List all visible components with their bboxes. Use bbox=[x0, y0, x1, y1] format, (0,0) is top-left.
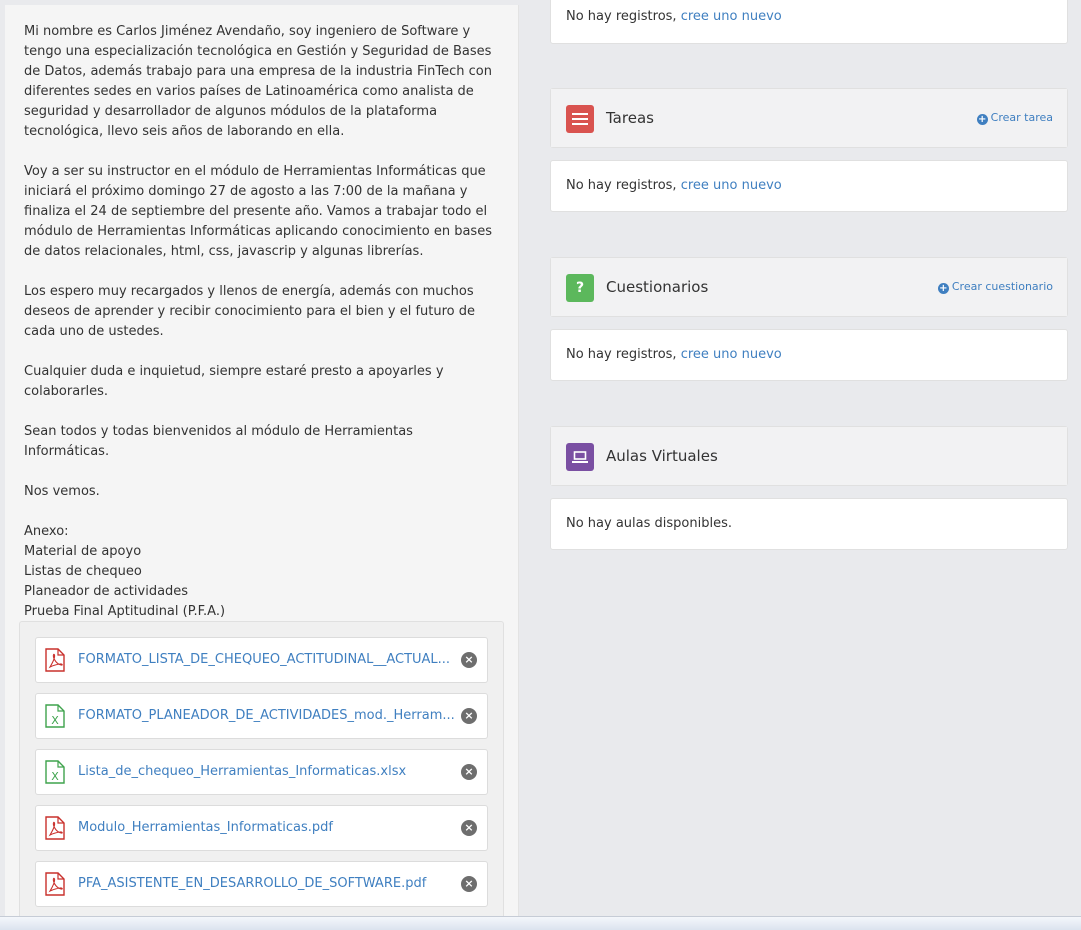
excel-icon: X bbox=[45, 704, 65, 728]
excel-icon: X bbox=[45, 760, 65, 784]
remove-attachment-icon[interactable]: × bbox=[461, 652, 477, 668]
attachment-link[interactable]: Modulo_Herramientas_Informaticas.pdf bbox=[78, 819, 461, 837]
empty-message: No hay registros, cree uno nuevo bbox=[566, 8, 782, 26]
tasks-panel-body: No hay registros, cree uno nuevo bbox=[550, 160, 1068, 212]
virtual-rooms-title: Aulas Virtuales bbox=[606, 447, 718, 465]
question-icon: ? bbox=[566, 274, 594, 302]
plus-icon: + bbox=[976, 114, 988, 125]
annex-item: Prueba Final Aptitudinal (P.F.A.) bbox=[24, 604, 226, 619]
svg-text:X: X bbox=[51, 770, 59, 783]
create-new-link[interactable]: cree uno nuevo bbox=[681, 347, 782, 362]
empty-text: No hay registros, bbox=[566, 178, 677, 193]
empty-message: No hay registros, cree uno nuevo bbox=[566, 346, 782, 364]
tasks-panel-header: Tareas + Crear tarea bbox=[550, 88, 1068, 148]
create-task-button[interactable]: + Crear tarea bbox=[976, 110, 1053, 126]
previous-panel-body: No hay registros, cree uno nuevo bbox=[550, 0, 1068, 44]
empty-text: No hay registros, bbox=[566, 9, 677, 24]
intro-paragraph-2: Voy a ser su instructor en el módulo de … bbox=[24, 164, 492, 259]
create-quiz-button[interactable]: + Crear cuestionario bbox=[937, 279, 1053, 295]
annex-title: Anexo: bbox=[24, 524, 69, 539]
attachment-link[interactable]: Lista_de_chequeo_Herramientas_Informatic… bbox=[78, 763, 461, 781]
annex-item: Listas de chequeo bbox=[24, 564, 142, 579]
intro-paragraph-3: Los espero muy recargados y llenos de en… bbox=[24, 284, 475, 339]
attachment-item[interactable]: X Lista_de_chequeo_Herramientas_Informat… bbox=[35, 749, 488, 795]
attachment-item[interactable]: X FORMATO_PLANEADOR_DE_ACTIVIDADES_mod._… bbox=[35, 693, 488, 739]
laptop-icon bbox=[566, 443, 594, 471]
virtual-rooms-panel-header: Aulas Virtuales bbox=[550, 426, 1068, 486]
pdf-icon bbox=[45, 816, 65, 840]
pdf-icon bbox=[45, 648, 65, 672]
create-new-link[interactable]: cree uno nuevo bbox=[681, 9, 782, 24]
annex-item: Material de apoyo bbox=[24, 544, 142, 559]
announcement-column: Mi nombre es Carlos Jiménez Avendaño, so… bbox=[5, 5, 519, 922]
svg-text:X: X bbox=[51, 714, 59, 727]
intro-paragraph-5: Sean todos y todas bienvenidos al módulo… bbox=[24, 424, 413, 459]
annex-item: Planeador de actividades bbox=[24, 584, 189, 599]
remove-attachment-icon[interactable]: × bbox=[461, 708, 477, 724]
attachment-item[interactable]: FORMATO_LISTA_DE_CHEQUEO_ACTITUDINAL__AC… bbox=[35, 637, 488, 683]
announcement-text: Mi nombre es Carlos Jiménez Avendaño, so… bbox=[24, 22, 494, 622]
remove-attachment-icon[interactable]: × bbox=[461, 876, 477, 892]
intro-paragraph-6: Nos vemos. bbox=[24, 484, 100, 499]
intro-paragraph-4: Cualquier duda e inquietud, siempre esta… bbox=[24, 364, 444, 399]
create-new-link[interactable]: cree uno nuevo bbox=[681, 178, 782, 193]
quizzes-panel-header: ? Cuestionarios + Crear cuestionario bbox=[550, 257, 1068, 317]
remove-attachment-icon[interactable]: × bbox=[461, 764, 477, 780]
attachment-link[interactable]: FORMATO_PLANEADOR_DE_ACTIVIDADES_mod._He… bbox=[78, 707, 461, 725]
attachment-link[interactable]: FORMATO_LISTA_DE_CHEQUEO_ACTITUDINAL__AC… bbox=[78, 651, 461, 669]
tasks-icon bbox=[566, 105, 594, 133]
create-quiz-label: Crear cuestionario bbox=[951, 280, 1053, 293]
attachment-item[interactable]: Modulo_Herramientas_Informaticas.pdf × bbox=[35, 805, 488, 851]
attachments-list: FORMATO_LISTA_DE_CHEQUEO_ACTITUDINAL__AC… bbox=[19, 621, 504, 922]
pdf-icon bbox=[45, 872, 65, 896]
empty-text: No hay registros, bbox=[566, 347, 677, 362]
quizzes-panel-body: No hay registros, cree uno nuevo bbox=[550, 329, 1068, 381]
plus-icon: + bbox=[937, 283, 949, 294]
empty-message: No hay registros, cree uno nuevo bbox=[566, 177, 782, 195]
remove-attachment-icon[interactable]: × bbox=[461, 820, 477, 836]
quizzes-title: Cuestionarios bbox=[606, 278, 709, 296]
attachment-item[interactable]: PFA_ASISTENTE_EN_DESARROLLO_DE_SOFTWARE.… bbox=[35, 861, 488, 907]
attachment-link[interactable]: PFA_ASISTENTE_EN_DESARROLLO_DE_SOFTWARE.… bbox=[78, 875, 461, 893]
create-task-label: Crear tarea bbox=[990, 111, 1053, 124]
intro-paragraph-1: Mi nombre es Carlos Jiménez Avendaño, so… bbox=[24, 24, 492, 139]
empty-message: No hay aulas disponibles. bbox=[566, 516, 732, 531]
tasks-title: Tareas bbox=[606, 109, 654, 127]
virtual-rooms-panel-body: No hay aulas disponibles. bbox=[550, 498, 1068, 550]
taskbar bbox=[0, 916, 1081, 930]
